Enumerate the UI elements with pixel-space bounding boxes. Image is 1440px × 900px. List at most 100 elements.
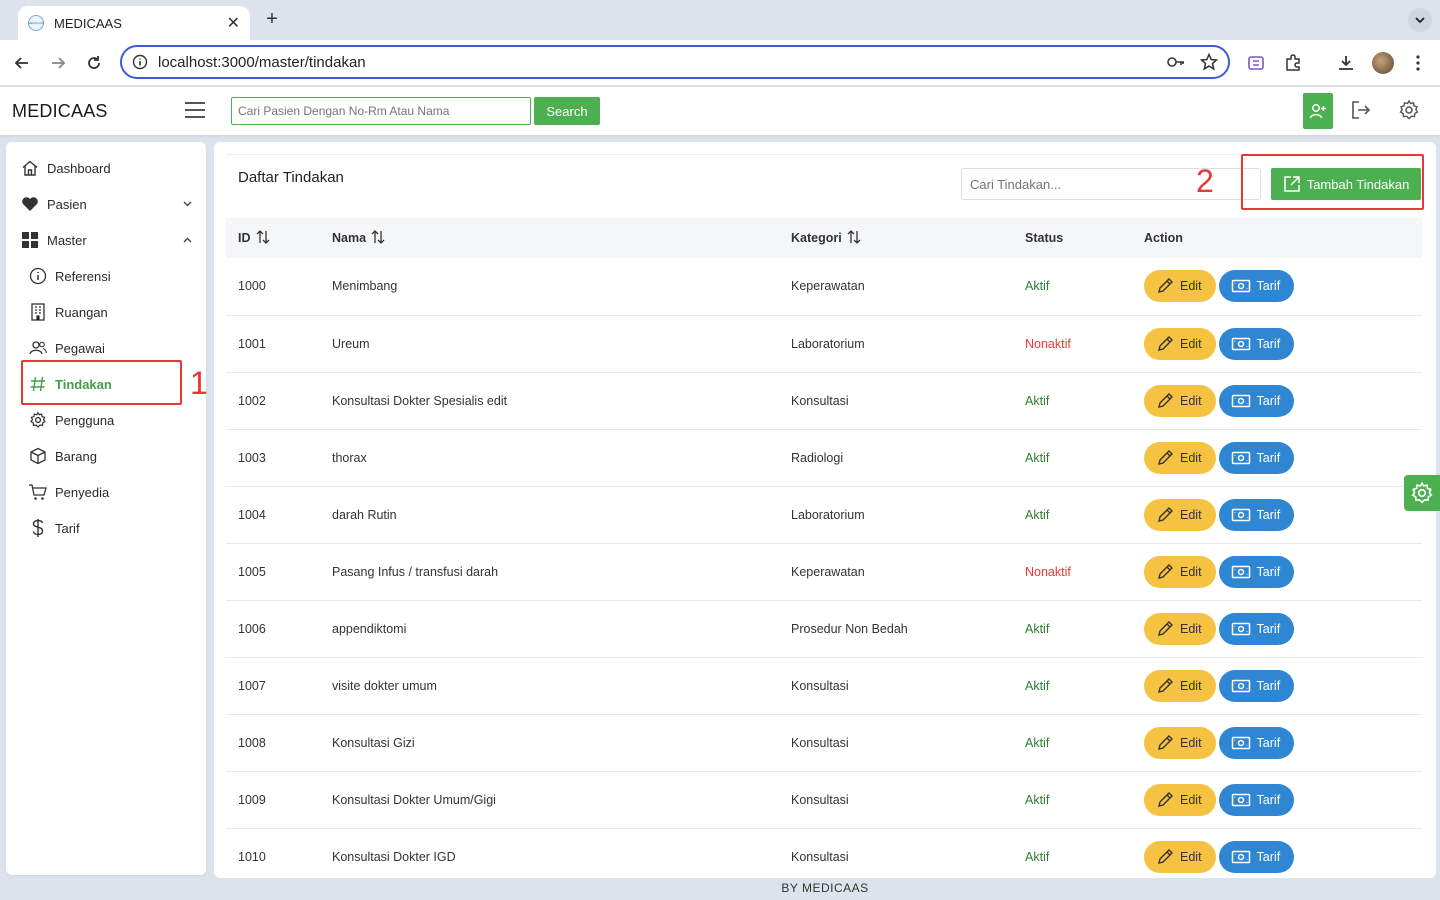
sidebar-item-penyedia[interactable]: Penyedia	[28, 477, 188, 507]
forward-arrow-icon[interactable]	[47, 52, 69, 74]
tarif-label: Tarif	[1256, 678, 1281, 693]
annotation-highlight-add-button	[1241, 154, 1424, 210]
main-card: Daftar Tindakan Tambah Tindakan ID Nama …	[214, 142, 1436, 878]
sidebar-item-barang[interactable]: Barang	[28, 441, 188, 471]
tindakan-search-input[interactable]	[961, 168, 1261, 200]
site-info-icon[interactable]	[132, 54, 148, 70]
edit-button[interactable]: Edit	[1144, 555, 1216, 588]
address-bar[interactable]: localhost:3000/master/tindakan	[120, 45, 1230, 79]
column-header-id[interactable]: ID	[226, 218, 320, 258]
download-icon[interactable]	[1335, 52, 1357, 74]
tarif-button[interactable]: Tarif	[1218, 612, 1295, 645]
password-key-icon[interactable]	[1166, 53, 1186, 71]
cell-id: 1000	[238, 279, 266, 294]
sidebar-item-pasien[interactable]: Pasien	[20, 189, 198, 219]
tarif-button[interactable]: Tarif	[1218, 555, 1295, 588]
cell-action: Edit Tarif	[1132, 486, 1422, 543]
cell-nama: Konsultasi Dokter IGD	[332, 849, 456, 864]
edit-button[interactable]: Edit	[1144, 441, 1216, 474]
sort-icon[interactable]	[371, 229, 385, 248]
sort-icon[interactable]	[256, 229, 270, 248]
table-header-row: ID Nama Kategori Status Action	[226, 218, 1422, 258]
sidebar-item-referensi[interactable]: Referensi	[28, 261, 188, 291]
column-header-nama[interactable]: Nama	[320, 218, 779, 258]
sidebar-item-ruangan[interactable]: Ruangan	[28, 297, 188, 327]
sidebar-item-label: Tarif	[55, 520, 80, 536]
tarif-label: Tarif	[1256, 279, 1281, 294]
tarif-button[interactable]: Tarif	[1218, 327, 1295, 360]
cell-kategori: Keperawatan	[791, 564, 865, 579]
close-tab-icon[interactable]: ✕	[227, 13, 240, 33]
money-icon	[1231, 850, 1250, 863]
column-header-kategori[interactable]: Kategori	[779, 218, 1013, 258]
tarif-button[interactable]: Tarif	[1218, 726, 1295, 759]
tab-search-chevron-icon[interactable]	[1408, 8, 1432, 32]
edit-label: Edit	[1180, 678, 1202, 693]
tarif-label: Tarif	[1256, 792, 1281, 807]
tarif-button[interactable]: Tarif	[1218, 441, 1295, 474]
edit-button[interactable]: Edit	[1144, 327, 1216, 360]
edit-label: Edit	[1180, 792, 1202, 807]
kebab-menu-icon[interactable]	[1407, 52, 1429, 74]
url-text: localhost:3000/master/tindakan	[158, 53, 366, 71]
brand-logo[interactable]: MEDICAAS	[12, 101, 108, 122]
cart-icon	[28, 482, 48, 502]
chevron-down-icon	[183, 199, 192, 210]
patient-search-input[interactable]	[231, 97, 531, 125]
edit-label: Edit	[1180, 735, 1202, 750]
hamburger-menu-icon[interactable]	[185, 102, 205, 118]
edit-button[interactable]: Edit	[1144, 498, 1216, 531]
pencil-icon	[1158, 278, 1173, 294]
edit-button[interactable]: Edit	[1144, 612, 1216, 645]
sidebar-item-dashboard[interactable]: Dashboard	[20, 153, 198, 183]
sort-icon[interactable]	[847, 229, 861, 248]
screenshot-extension-icon[interactable]	[1245, 52, 1267, 74]
column-header-action: Action	[1144, 231, 1183, 245]
pencil-icon	[1158, 620, 1173, 636]
edit-button[interactable]: Edit	[1144, 840, 1216, 873]
home-icon	[20, 158, 40, 178]
edit-button[interactable]: Edit	[1144, 726, 1216, 759]
footer: BY MEDICAAS	[781, 881, 869, 895]
sidebar-item-label: Pegawai	[55, 340, 105, 356]
table-row: 1000 Menimbang Keperawatan Aktif Edit Tarif	[226, 258, 1422, 315]
tarif-label: Tarif	[1256, 393, 1281, 408]
cell-id: 1009	[238, 792, 266, 807]
tarif-button[interactable]: Tarif	[1218, 270, 1295, 303]
new-tab-icon[interactable]: +	[262, 8, 282, 32]
reload-icon[interactable]	[83, 52, 105, 74]
back-arrow-icon[interactable]	[11, 52, 33, 74]
cell-status: Aktif	[1025, 507, 1050, 522]
browser-tab[interactable]: MEDICAAS MEDICAAS ✕	[18, 6, 250, 40]
edit-label: Edit	[1180, 564, 1202, 579]
tarif-button[interactable]: Tarif	[1218, 669, 1295, 702]
edit-button[interactable]: Edit	[1144, 669, 1216, 702]
extensions-puzzle-icon[interactable]	[1282, 52, 1304, 74]
tarif-button[interactable]: Tarif	[1218, 498, 1295, 531]
profile-avatar[interactable]	[1372, 52, 1394, 74]
cell-action: Edit Tarif	[1132, 315, 1422, 372]
sidebar-item-tarif[interactable]: Tarif	[28, 513, 188, 543]
edit-button[interactable]: Edit	[1144, 783, 1216, 816]
tarif-button[interactable]: Tarif	[1218, 384, 1295, 417]
tarif-button[interactable]: Tarif	[1218, 840, 1295, 873]
edit-button[interactable]: Edit	[1144, 384, 1216, 417]
sidebar-item-master[interactable]: Master	[20, 225, 198, 255]
cell-kategori: Konsultasi	[791, 735, 849, 750]
settings-gear-icon[interactable]	[1398, 99, 1422, 123]
column-header-status: Status	[1025, 231, 1064, 245]
logout-icon[interactable]	[1350, 99, 1374, 123]
money-icon	[1231, 793, 1250, 806]
sidebar-item-pegawai[interactable]: Pegawai	[28, 333, 188, 363]
sidebar-item-pengguna[interactable]: Pengguna	[28, 405, 188, 435]
cell-nama: Menimbang	[332, 279, 398, 294]
floating-settings-gear-icon[interactable]	[1404, 475, 1440, 511]
edit-button[interactable]: Edit	[1144, 270, 1216, 303]
bookmark-star-icon[interactable]	[1200, 53, 1218, 71]
tarif-button[interactable]: Tarif	[1218, 783, 1295, 816]
search-button[interactable]: Search	[534, 97, 600, 125]
cell-status: Aktif	[1025, 450, 1050, 465]
cell-action: Edit Tarif	[1132, 372, 1422, 429]
add-user-icon[interactable]	[1303, 93, 1333, 129]
page-title: Daftar Tindakan	[238, 169, 344, 186]
